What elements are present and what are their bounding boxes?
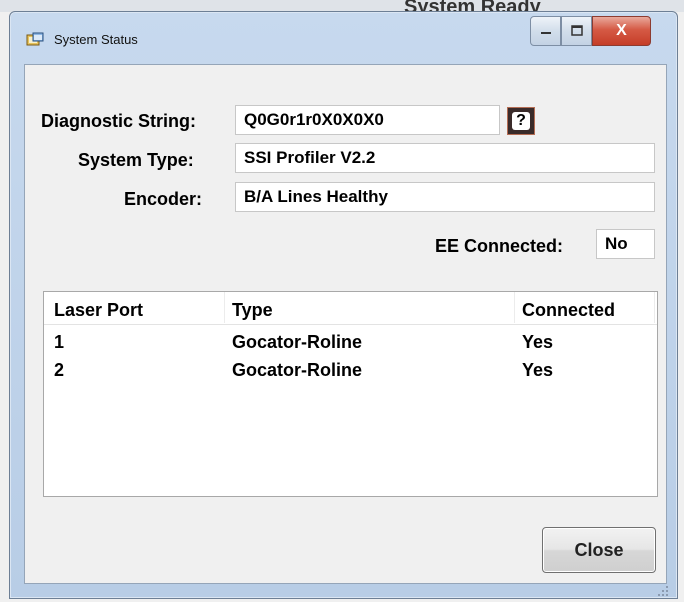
close-window-button[interactable]: X xyxy=(592,16,651,46)
ee-connected-field[interactable]: No xyxy=(596,229,655,259)
encoder-field[interactable]: B/A Lines Healthy xyxy=(235,182,655,212)
laser-port-cell: 2 xyxy=(54,360,65,380)
help-icon: ? xyxy=(512,112,530,130)
maximize-icon xyxy=(570,25,583,36)
type-cell: Gocator-Roline xyxy=(232,360,363,380)
column-header-connected[interactable]: Connected xyxy=(522,300,615,321)
system-status-window: System Status X Diagnostic String: Q0G0r… xyxy=(9,11,678,599)
ee-connected-label: EE Connected: xyxy=(435,236,564,256)
laser-port-table[interactable]: Laser Port Type Connected 1 Gocator-Roli… xyxy=(43,291,658,497)
table-header: Laser Port Type Connected xyxy=(44,292,657,325)
system-type-field[interactable]: SSI Profiler V2.2 xyxy=(235,143,655,173)
column-header-type[interactable]: Type xyxy=(232,300,273,321)
resize-grip-icon[interactable] xyxy=(656,584,670,598)
window-title: System Status xyxy=(54,32,138,47)
system-type-label: System Type: xyxy=(78,150,194,170)
connected-cell: Yes xyxy=(522,360,554,380)
title-bar[interactable]: System Status X xyxy=(10,12,677,62)
column-header-laser-port[interactable]: Laser Port xyxy=(54,300,143,321)
table-row[interactable]: 2 Gocator-Roline Yes xyxy=(44,360,657,388)
table-row[interactable]: 1 Gocator-Roline Yes xyxy=(44,332,657,360)
dialog-content: Diagnostic String: Q0G0r1r0X0X0X0 ? Syst… xyxy=(24,64,667,584)
column-divider[interactable] xyxy=(654,292,655,323)
minimize-icon xyxy=(540,32,551,34)
minimize-button[interactable] xyxy=(530,16,561,46)
laser-port-cell: 1 xyxy=(54,332,65,352)
app-window-icon xyxy=(26,32,44,46)
encoder-label: Encoder: xyxy=(124,189,203,209)
column-divider[interactable] xyxy=(514,292,515,323)
diagnostic-string-field[interactable]: Q0G0r1r0X0X0X0 xyxy=(235,105,500,135)
close-icon: X xyxy=(616,22,627,39)
diagnostic-string-label: Diagnostic String: xyxy=(41,111,197,131)
type-cell: Gocator-Roline xyxy=(232,332,363,352)
column-divider[interactable] xyxy=(224,292,225,323)
help-button[interactable]: ? xyxy=(507,107,535,135)
close-button[interactable]: Close xyxy=(542,527,656,573)
connected-cell: Yes xyxy=(522,332,554,352)
maximize-button[interactable] xyxy=(561,16,592,46)
